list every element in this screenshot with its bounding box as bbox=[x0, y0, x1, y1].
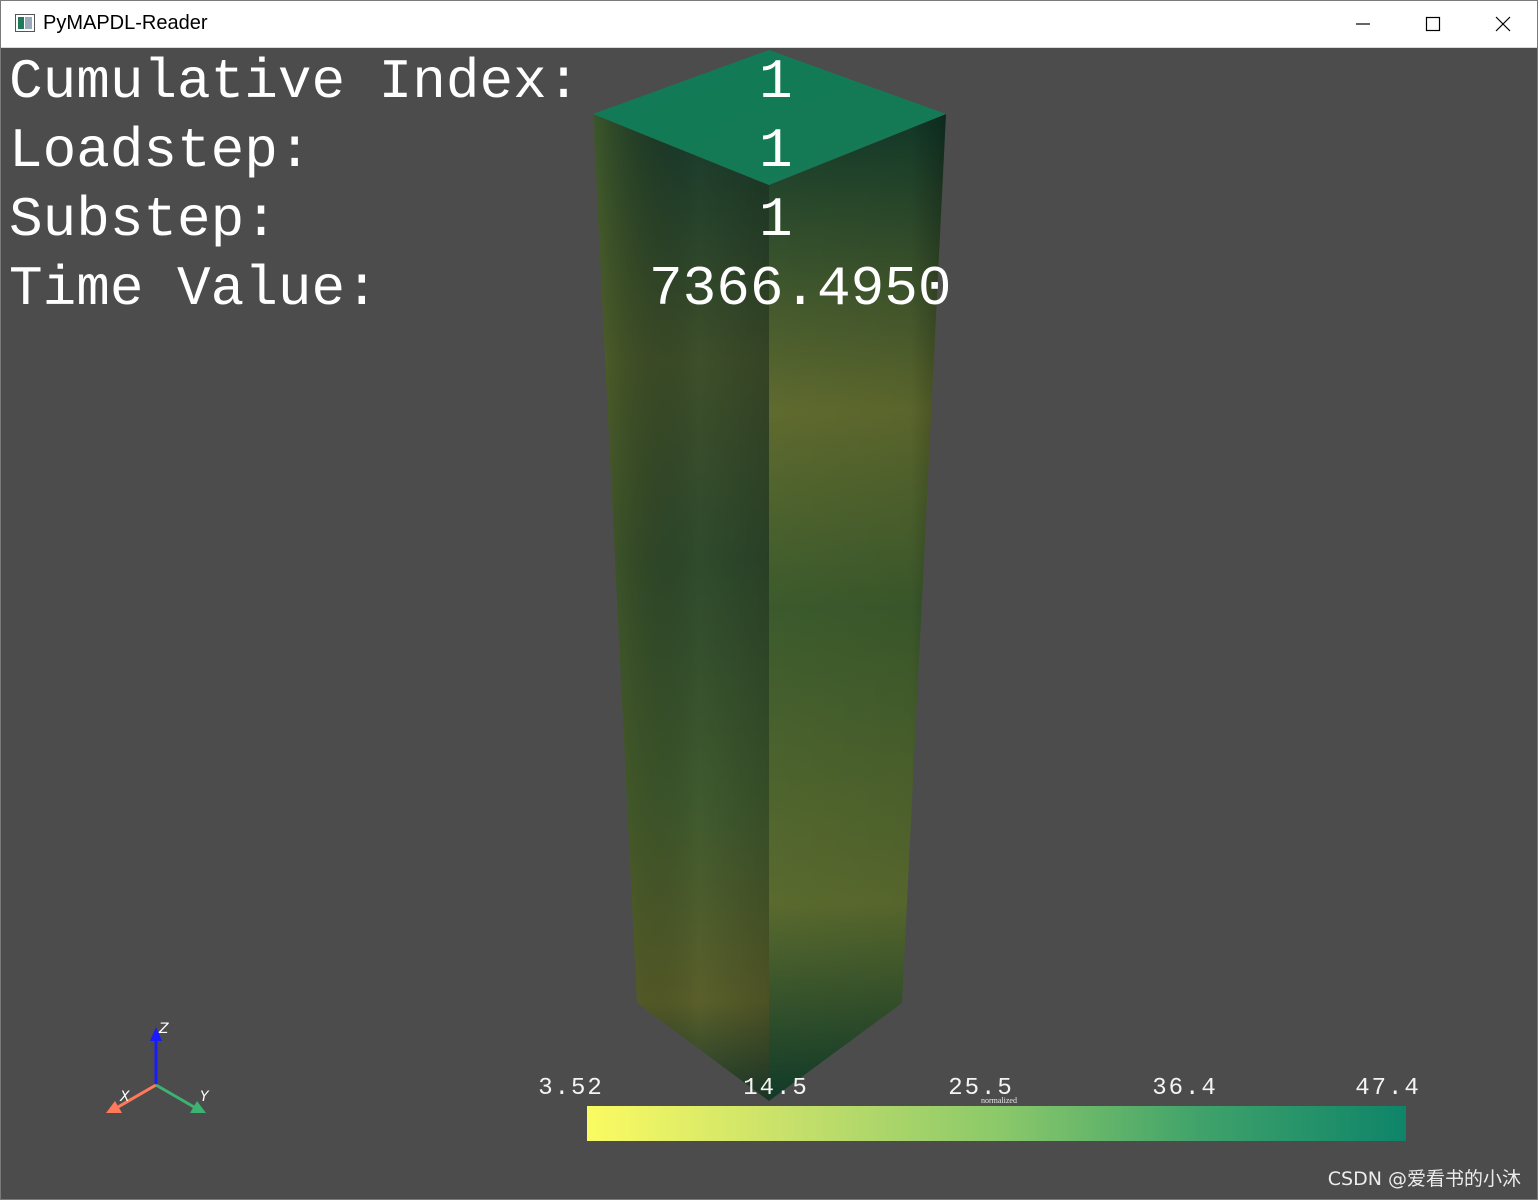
time-value-value: 7366.4950 bbox=[649, 257, 952, 321]
minimize-icon bbox=[1356, 23, 1370, 25]
x-axis-label: X bbox=[119, 1089, 130, 1105]
maximize-icon bbox=[1425, 16, 1441, 32]
colorbar-tick: 25.5 bbox=[948, 1075, 1014, 1102]
maximize-button[interactable] bbox=[1398, 1, 1468, 47]
time-value-label: Time Value: bbox=[9, 257, 379, 321]
app-icon bbox=[15, 14, 35, 32]
substep-label: Substep: bbox=[9, 188, 278, 252]
colorbar-tick: 36.4 bbox=[1152, 1075, 1218, 1102]
title-bar[interactable]: PyMAPDL-Reader bbox=[1, 1, 1537, 48]
loadstep-label: Loadstep: bbox=[9, 119, 312, 183]
z-axis-label: Z bbox=[158, 1021, 169, 1037]
axes-widget: Z Y X bbox=[106, 1021, 210, 1113]
y-axis-label: Y bbox=[200, 1089, 210, 1105]
app-window: PyMAPDL-Reader Cumulative Index: 1 Loads… bbox=[0, 0, 1538, 1200]
colorbar-tick: 14.5 bbox=[743, 1075, 809, 1102]
colorbar-tick: 47.4 bbox=[1355, 1075, 1421, 1102]
minimize-button[interactable] bbox=[1328, 1, 1398, 47]
loadstep-value: 1 bbox=[759, 119, 793, 183]
close-button[interactable] bbox=[1468, 1, 1537, 47]
window-title: PyMAPDL-Reader bbox=[43, 12, 208, 34]
cumulative-index-value: 1 bbox=[759, 50, 793, 114]
close-icon bbox=[1495, 16, 1511, 32]
substep-value: 1 bbox=[759, 188, 793, 252]
y-axis-line bbox=[155, 1083, 195, 1109]
colorbar bbox=[587, 1106, 1406, 1141]
colorbar-tick: 3.52 bbox=[538, 1075, 604, 1102]
watermark: CSDN @爱看书的小沐 bbox=[1327, 1168, 1521, 1190]
render-viewport[interactable]: Cumulative Index: 1 Loadstep: 1 Substep:… bbox=[1, 48, 1537, 1199]
cumulative-index-label: Cumulative Index: bbox=[9, 50, 581, 114]
